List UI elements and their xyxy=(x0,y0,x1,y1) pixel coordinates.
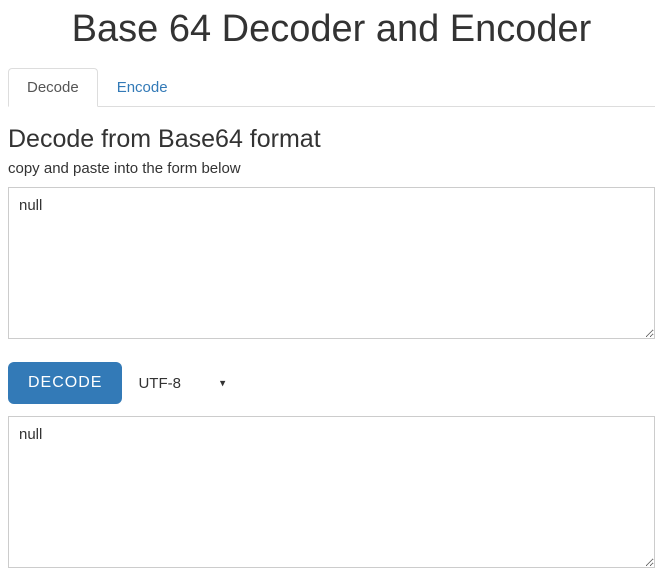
encoding-select-wrap: UTF-8 xyxy=(134,369,237,398)
tab-decode[interactable]: Decode xyxy=(8,68,98,107)
encoding-select[interactable]: UTF-8 xyxy=(134,369,237,398)
page-title: Base 64 Decoder and Encoder xyxy=(8,8,655,51)
hint-text: copy and paste into the form below xyxy=(8,160,655,177)
section-heading: Decode from Base64 format xyxy=(8,125,655,154)
input-textarea[interactable] xyxy=(8,187,655,339)
output-textarea[interactable] xyxy=(8,416,655,568)
tabs: Decode Encode xyxy=(8,67,655,107)
tab-encode[interactable]: Encode xyxy=(98,68,187,107)
decode-button[interactable]: DECODE xyxy=(8,362,122,404)
controls-row: DECODE UTF-8 xyxy=(8,362,655,404)
